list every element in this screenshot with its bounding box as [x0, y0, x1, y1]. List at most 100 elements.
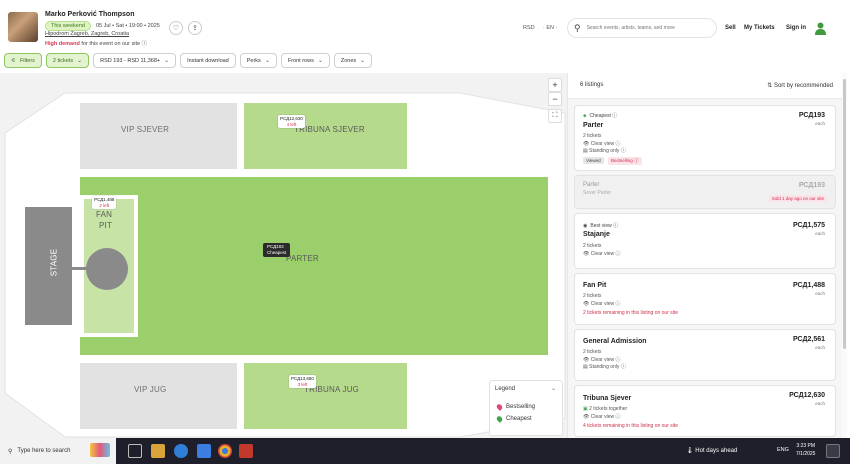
- edge-icon[interactable]: [174, 444, 188, 458]
- event-title[interactable]: Marko Perković Thompson: [45, 11, 134, 18]
- listing-name: Fan Pit: [583, 282, 607, 289]
- search-input[interactable]: [586, 25, 707, 31]
- filters-button[interactable]: ⚟ Filters: [4, 53, 42, 68]
- section-tribuna-sjever[interactable]: [244, 103, 407, 169]
- file-explorer-icon[interactable]: [151, 444, 165, 458]
- label-parter: PARTER: [286, 254, 319, 263]
- listing-price: РСД2,561: [793, 336, 825, 343]
- widget-icon[interactable]: [90, 443, 110, 457]
- feature-text: Clear view ⓘ: [590, 251, 621, 257]
- pin-note: Cheapest: [267, 250, 287, 255]
- map-legend[interactable]: Legend ⌄ Bestselling Cheapest: [489, 380, 563, 436]
- search-icon: ⚲: [8, 448, 13, 455]
- front-rows-dropdown[interactable]: Front rows ⌄: [280, 53, 330, 68]
- price-pin-fan-pit[interactable]: РСД1,488 2 left: [92, 196, 117, 209]
- venue-map[interactable]: VIP SJEVER TRIBUNA SJEVER FAN PIT STAGE …: [0, 73, 567, 438]
- listings-header: 6 listings ⇅ Sort by recommended: [568, 73, 842, 99]
- chevron-down-icon: ⌄: [77, 58, 83, 64]
- share-icon[interactable]: ⇪: [188, 21, 202, 35]
- viewed-badge: Viewed: [583, 157, 604, 164]
- demand-rest: for this event on our site ⓘ: [79, 41, 148, 47]
- zones-dropdown[interactable]: Zones ⌄: [333, 53, 373, 68]
- weekend-badge: This weekend: [45, 21, 91, 31]
- label-vip-sjever: VIP SJEVER: [121, 125, 170, 134]
- listing-each: each: [815, 121, 825, 126]
- chevron-down-icon[interactable]: ⌄: [551, 385, 556, 392]
- feature-text: Clear view ⓘ: [590, 414, 621, 420]
- instant-download-filter[interactable]: Instant download: [180, 53, 236, 68]
- notifications-icon[interactable]: [826, 444, 840, 458]
- pin-icon: [495, 403, 504, 411]
- event-venue[interactable]: Hipodrom Zagreb, Zagreb, Croatia: [45, 31, 129, 37]
- listing-feature: ▤ Standing only ⓘ: [583, 147, 626, 154]
- listing-qty: 2 tickets: [583, 243, 602, 249]
- event-thumbnail[interactable]: [8, 12, 38, 42]
- taskbar-search-label: Type here to search: [17, 448, 71, 454]
- heart-icon[interactable]: ♡: [169, 21, 183, 35]
- section-parter[interactable]: [80, 177, 548, 355]
- price-pin-tribuna-jug[interactable]: РСД13,680 3 left: [289, 375, 316, 388]
- demand-note: High demand for this event on our site ⓘ: [45, 39, 147, 47]
- price-pin-parter[interactable]: РСД193 Cheapest: [263, 243, 291, 257]
- listing-name: Tribuna Sjever: [583, 395, 632, 402]
- eye-icon: 👁: [583, 251, 590, 257]
- listings-panel: 6 listings ⇅ Sort by recommended ⬥ Cheape…: [567, 73, 842, 438]
- taskbar-language[interactable]: ENG: [777, 447, 789, 453]
- store-icon[interactable]: [197, 444, 211, 458]
- listing-feature: 👁 Clear view ⓘ: [583, 356, 620, 363]
- listing-card[interactable]: Tribuna Sjever РСД12,630 each ▣ 2 ticket…: [574, 385, 836, 437]
- listing-feature: 👁 Clear view ⓘ: [583, 250, 620, 257]
- listing-sub: Sever Parter: [583, 190, 612, 196]
- legend-label: Bestselling: [506, 404, 536, 410]
- legend-label: Cheapest: [506, 416, 532, 422]
- pin-left: 2 left: [99, 202, 110, 208]
- front-rows-label: Front rows: [287, 57, 314, 64]
- pin-icon: [495, 415, 504, 423]
- app-icon[interactable]: [239, 444, 253, 458]
- tickets-count-dropdown[interactable]: 2 tickets ⌄: [45, 53, 90, 68]
- listings-scrollbar[interactable]: [842, 73, 847, 438]
- scrollbar-thumb[interactable]: [843, 79, 846, 349]
- section-tribuna-jug[interactable]: [244, 363, 407, 429]
- currency-selector[interactable]: RSD: [523, 25, 535, 31]
- eye-icon: 👁: [583, 414, 590, 420]
- perks-label: Perks: [246, 57, 261, 64]
- perks-dropdown[interactable]: Perks ⌄: [239, 53, 277, 68]
- chrome-icon[interactable]: [218, 444, 232, 458]
- sort-dropdown[interactable]: ⇅ Sort by recommended: [767, 82, 833, 89]
- demand-strong: High demand: [45, 41, 80, 47]
- listing-card[interactable]: General Admission РСД2,561 each 2 ticket…: [574, 329, 836, 381]
- zoom-out-button[interactable]: −: [548, 92, 562, 106]
- taskbar-weather[interactable]: 🌡 Hot days ahead: [686, 447, 737, 454]
- pin-price: РСД12,630: [280, 116, 303, 121]
- taskbar-clock[interactable]: 3:23 PM 7/1/2025: [796, 442, 815, 458]
- tag-text: Cheapest ⓘ: [589, 113, 618, 119]
- listing-price: РСД1,575: [793, 222, 825, 229]
- listing-card[interactable]: ⬥ Cheapest ⓘ Parter РСД193 each 2 tickets…: [574, 105, 836, 171]
- label-pit: PIT: [99, 221, 113, 230]
- sign-in-link[interactable]: Sign in: [786, 25, 806, 31]
- listing-qty: 2 tickets: [583, 293, 602, 299]
- section-vip-sjever[interactable]: [80, 103, 237, 169]
- section-vip-jug[interactable]: [80, 363, 237, 429]
- user-icon[interactable]: [815, 22, 826, 35]
- price-range-dropdown[interactable]: RSD 193 - RSD 11,368+ ⌄: [93, 53, 177, 68]
- sell-link[interactable]: Sell: [725, 25, 736, 31]
- listing-card[interactable]: Fan Pit РСД1,488 each 2 tickets 👁 Clear …: [574, 273, 836, 325]
- zoom-in-button[interactable]: +: [548, 78, 562, 92]
- language-label: EN: [546, 25, 555, 31]
- fullscreen-icon[interactable]: ⛶: [548, 109, 562, 123]
- my-tickets-link[interactable]: My Tickets: [744, 25, 775, 31]
- listing-price: РСД193: [798, 182, 825, 189]
- search-box[interactable]: ⚲: [567, 18, 717, 38]
- listing-card[interactable]: ◉ Best view ⓘ Stajanje РСД1,575 each 2 ti…: [574, 213, 836, 269]
- search-icon: ⚲: [574, 22, 581, 33]
- task-view-icon[interactable]: [128, 444, 142, 458]
- listing-each: each: [815, 401, 825, 406]
- zones-label: Zones: [340, 57, 357, 64]
- language-selector[interactable]: · EN ·: [543, 25, 557, 31]
- price-pin-tribuna-sjever[interactable]: РСД12,630 4 left: [278, 115, 305, 128]
- stage-b-circle: [86, 248, 128, 290]
- chevron-down-icon: ⌄: [264, 58, 270, 64]
- filters-label: Filters: [19, 57, 35, 64]
